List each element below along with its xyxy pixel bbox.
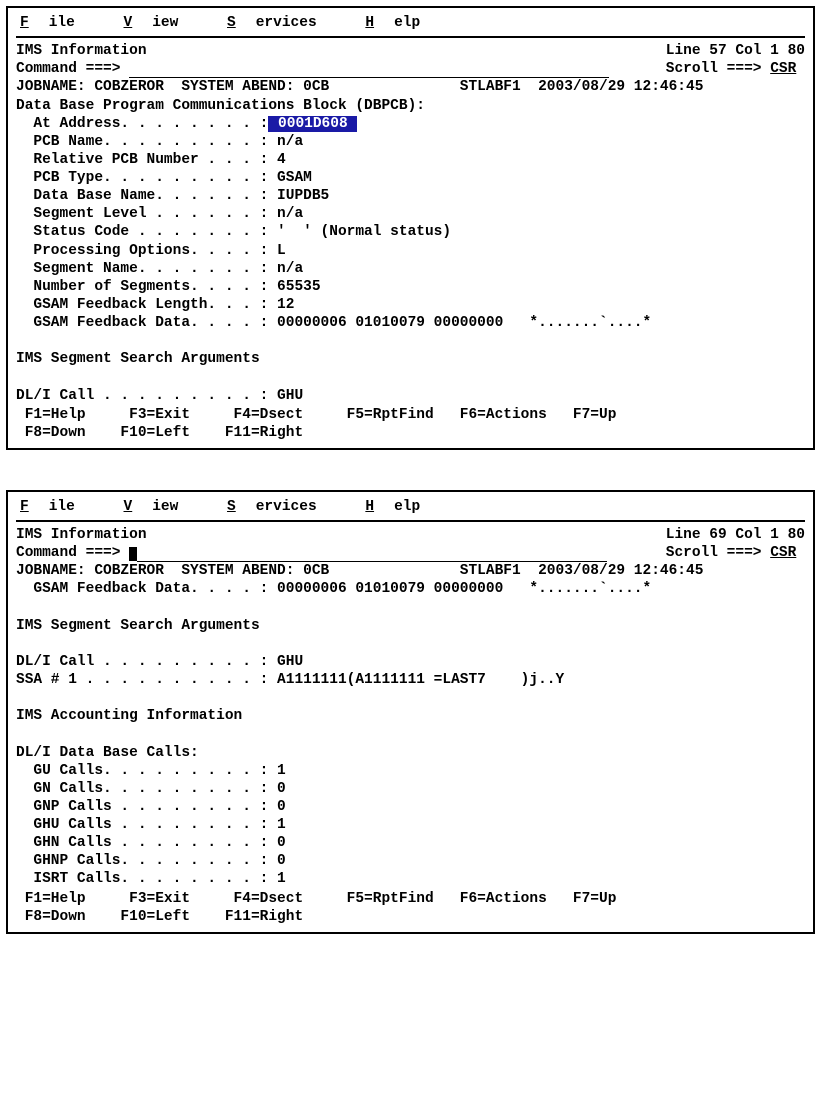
command-input[interactable] bbox=[137, 547, 607, 562]
menu-view[interactable]: View bbox=[124, 15, 199, 31]
at-address-row: At Address. . . . . . . . : 0001D608 bbox=[16, 115, 805, 133]
fkey-row-2[interactable]: F8=Down F10=Left F11=Right bbox=[16, 908, 805, 926]
body-row: DL/I Call . . . . . . . . . : GHU bbox=[16, 653, 805, 671]
body-row: Data Base Name. . . . . . : IUPDB5 bbox=[16, 187, 805, 205]
fkey-row-2[interactable]: F8=Down F10=Left F11=Right bbox=[16, 424, 805, 442]
body-row: IMS Segment Search Arguments bbox=[16, 617, 805, 635]
body-row: GSAM Feedback Data. . . . : 00000006 010… bbox=[16, 314, 805, 332]
command-label: Command ===> bbox=[16, 60, 609, 78]
dbpcb-header: Data Base Program Communications Block (… bbox=[16, 97, 805, 115]
body-row: Segment Name. . . . . . . : n/a bbox=[16, 260, 805, 278]
panel-title: IMS Information bbox=[16, 526, 147, 544]
body-rows-2: GSAM Feedback Data. . . . : 00000006 010… bbox=[16, 580, 805, 888]
body-rows-1: PCB Name. . . . . . . . . : n/a Relative… bbox=[16, 133, 805, 405]
command-label: Command ===> bbox=[16, 544, 607, 562]
body-row bbox=[16, 725, 805, 743]
menu-separator bbox=[16, 520, 805, 522]
cursor[interactable] bbox=[129, 547, 137, 561]
scroll-value[interactable]: CSR bbox=[770, 60, 796, 78]
scroll-area: Scroll ===> CSR bbox=[666, 60, 805, 78]
body-row: GNP Calls . . . . . . . . : 0 bbox=[16, 798, 805, 816]
menu-help[interactable]: Help bbox=[365, 499, 440, 515]
menu-file[interactable]: File bbox=[20, 15, 95, 31]
fkeys-2: F1=Help F3=Exit F4=Dsect F5=RptFind F6=A… bbox=[16, 890, 805, 926]
body-row: DL/I Call . . . . . . . . . : GHU bbox=[16, 387, 805, 405]
body-row bbox=[16, 635, 805, 653]
body-row: GU Calls. . . . . . . . . : 1 bbox=[16, 762, 805, 780]
body-row bbox=[16, 599, 805, 617]
body-row: GSAM Feedback Length. . . : 12 bbox=[16, 296, 805, 314]
scroll-value[interactable]: CSR bbox=[770, 544, 796, 562]
job-line: JOBNAME: COBZEROR SYSTEM ABEND: 0CB STLA… bbox=[16, 78, 805, 96]
body-row: GHU Calls . . . . . . . . : 1 bbox=[16, 816, 805, 834]
body-row: ISRT Calls. . . . . . . . : 1 bbox=[16, 870, 805, 888]
body-row bbox=[16, 689, 805, 707]
body-row bbox=[16, 368, 805, 386]
body-row: IMS Segment Search Arguments bbox=[16, 350, 805, 368]
menu-file[interactable]: File bbox=[20, 499, 95, 515]
body-row: Processing Options. . . . : L bbox=[16, 242, 805, 260]
body-row: Number of Segments. . . . : 65535 bbox=[16, 278, 805, 296]
body-row: GSAM Feedback Data. . . . : 00000006 010… bbox=[16, 580, 805, 598]
command-line: Command ===> Scroll ===> CSR bbox=[16, 60, 805, 78]
scroll-area: Scroll ===> CSR bbox=[666, 544, 805, 562]
job-line: JOBNAME: COBZEROR SYSTEM ABEND: 0CB STLA… bbox=[16, 562, 805, 580]
fkeys-1: F1=Help F3=Exit F4=Dsect F5=RptFind F6=A… bbox=[16, 406, 805, 442]
body-row: SSA # 1 . . . . . . . . . . : A1111111(A… bbox=[16, 671, 805, 689]
title-line: IMS Information Line 57 Col 1 80 bbox=[16, 42, 805, 60]
command-line: Command ===> Scroll ===> CSR bbox=[16, 544, 805, 562]
position-indicator: Line 57 Col 1 80 bbox=[666, 42, 805, 60]
body-row: Relative PCB Number . . . : 4 bbox=[16, 151, 805, 169]
menu-bar: File View Services Help bbox=[16, 12, 805, 34]
body-row: GHNP Calls. . . . . . . . : 0 bbox=[16, 852, 805, 870]
menu-view[interactable]: View bbox=[124, 499, 199, 515]
menu-bar: File View Services Help bbox=[16, 496, 805, 518]
menu-separator bbox=[16, 36, 805, 38]
body-row: DL/I Data Base Calls: bbox=[16, 744, 805, 762]
menu-services[interactable]: Services bbox=[227, 15, 337, 31]
fkey-row-1[interactable]: F1=Help F3=Exit F4=Dsect F5=RptFind F6=A… bbox=[16, 406, 805, 424]
body-row: PCB Name. . . . . . . . . : n/a bbox=[16, 133, 805, 151]
command-input[interactable] bbox=[129, 63, 609, 78]
body-row: IMS Accounting Information bbox=[16, 707, 805, 725]
body-row: Segment Level . . . . . . : n/a bbox=[16, 205, 805, 223]
body-row bbox=[16, 332, 805, 350]
at-address-value[interactable]: 0001D608 bbox=[268, 116, 357, 132]
terminal-screen-2: File View Services Help IMS Information … bbox=[6, 490, 815, 934]
menu-help[interactable]: Help bbox=[365, 15, 440, 31]
menu-services[interactable]: Services bbox=[227, 499, 337, 515]
title-line: IMS Information Line 69 Col 1 80 bbox=[16, 526, 805, 544]
body-row: Status Code . . . . . . . : ' ' (Normal … bbox=[16, 223, 805, 241]
body-row: PCB Type. . . . . . . . . : GSAM bbox=[16, 169, 805, 187]
position-indicator: Line 69 Col 1 80 bbox=[666, 526, 805, 544]
terminal-screen-1: File View Services Help IMS Information … bbox=[6, 6, 815, 450]
fkey-row-1[interactable]: F1=Help F3=Exit F4=Dsect F5=RptFind F6=A… bbox=[16, 890, 805, 908]
panel-title: IMS Information bbox=[16, 42, 147, 60]
body-row: GHN Calls . . . . . . . . : 0 bbox=[16, 834, 805, 852]
body-row: GN Calls. . . . . . . . . : 0 bbox=[16, 780, 805, 798]
